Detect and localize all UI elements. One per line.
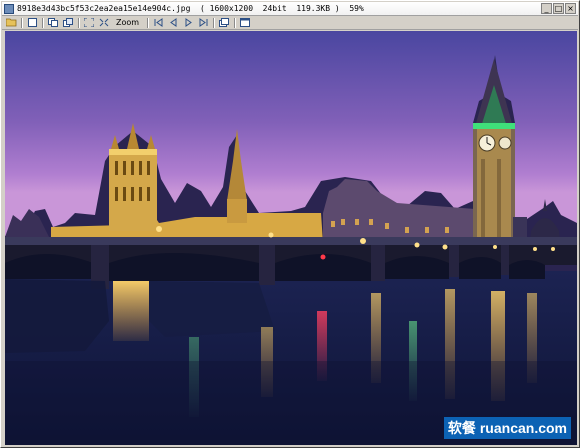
last-icon[interactable] [197,17,209,28]
toolbar: Zoom [2,16,578,30]
prev-icon[interactable] [167,17,179,28]
image-viewport[interactable]: 软餐 ruancan.com [5,31,577,445]
window-icon[interactable] [218,17,230,28]
window-controls: _ □ × [541,3,576,14]
copy-icon[interactable] [47,17,59,28]
minimize-button[interactable]: _ [541,3,552,14]
actual-size-icon[interactable] [98,17,110,28]
next-icon[interactable] [182,17,194,28]
toolbar-separator [213,17,216,28]
first-icon[interactable] [152,17,164,28]
watermark: 软餐 ruancan.com [443,417,571,439]
toolbar-separator [42,17,44,28]
toolbar-separator [147,17,150,28]
title-bar[interactable]: 8918e3d43bc5f53c2ea2ea15e14e904c.jpg ( 1… [2,2,578,16]
toolbar-separator [21,17,23,28]
watermark-cn: 软餐 [447,421,476,437]
watermark-url: ruancan.com [479,420,567,436]
fullscreen-icon[interactable] [239,17,251,28]
open-icon[interactable] [5,17,17,28]
maximize-button[interactable]: □ [553,3,564,14]
fit-icon[interactable] [83,17,95,28]
toolbar-separator [234,17,237,28]
close-button[interactable]: × [565,3,576,14]
zoom-label[interactable]: Zoom [116,18,139,27]
toolbar-separator [78,17,80,28]
app-icon [4,3,14,14]
paste-icon[interactable] [62,17,74,28]
image-viewer-window: 8918e3d43bc5f53c2ea2ea15e14e904c.jpg ( 1… [0,0,580,448]
save-icon[interactable] [26,17,38,28]
window-title: 8918e3d43bc5f53c2ea2ea15e14e904c.jpg ( 1… [17,4,364,13]
westminster-night-photo [5,31,577,445]
